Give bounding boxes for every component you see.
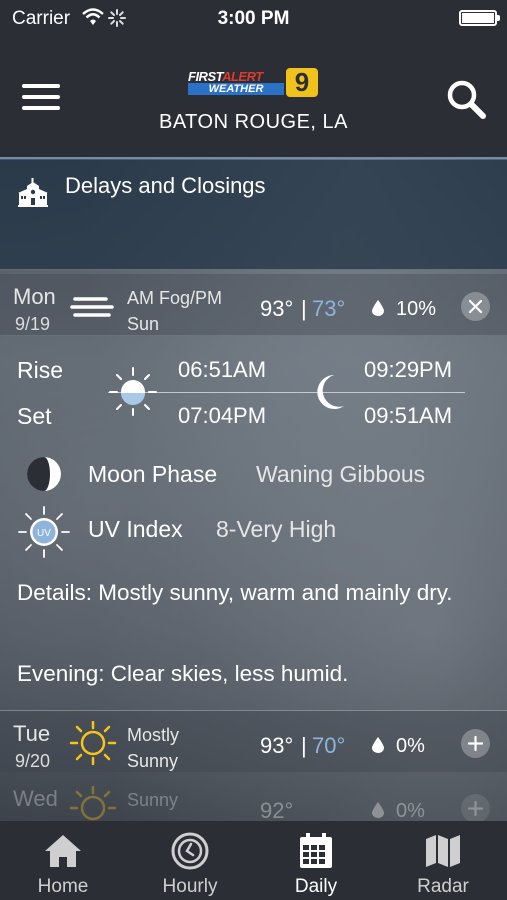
day-detail-panel: Rise Set 06:51AM 07:04PM 09:29PM 09:51AM… (0, 337, 507, 709)
low-temp: 70° (312, 733, 346, 758)
logo-first-alert: FIRSTALERT (188, 69, 263, 84)
day-date: 9/19 (15, 314, 51, 334)
expand-button[interactable] (461, 729, 490, 758)
map-icon (426, 835, 460, 867)
rise-set-divider (108, 392, 465, 393)
plus-icon (468, 801, 483, 816)
tab-label: Radar (417, 876, 469, 897)
moon-icon (317, 375, 344, 409)
status-bar: Carrier 3:00 PM (0, 0, 507, 36)
tab-label: Hourly (162, 876, 218, 897)
app-header: FIRSTALERT WEATHER 9 BATON ROUGE, LA (0, 36, 507, 159)
day-of-week: Tue (13, 721, 51, 746)
uv-index-icon: UV (18, 506, 70, 558)
status-time: 3:00 PM (217, 8, 290, 29)
battery-icon (459, 10, 500, 26)
day-date: 9/20 (15, 751, 51, 771)
precip-chance: 10% (396, 298, 437, 320)
sun-icon (69, 721, 117, 765)
temp-separator: | (301, 296, 307, 321)
condition-line1: Mostly (127, 725, 180, 745)
sunset-time: 07:04PM (178, 403, 267, 428)
logo-channel: 9 (286, 68, 318, 97)
day-row-monday[interactable]: Mon 9/19 AM Fog/PM Sun 93° | 73° 10% (0, 274, 507, 336)
high-temp: 93° (260, 296, 294, 321)
temp-separator: | (301, 733, 307, 758)
raindrop-icon (372, 300, 384, 316)
clock-icon (171, 832, 209, 870)
tab-label: Daily (294, 876, 338, 897)
first-alert-weather-logo: FIRSTALERT WEATHER 9 (188, 68, 320, 97)
svg-text:UV: UV (37, 528, 51, 539)
sunrise-sunset-icon (109, 367, 157, 416)
uv-index-value: 8-Very High (216, 516, 337, 542)
set-label: Set (17, 403, 52, 429)
bottom-tab-bar: Home Hourly Daily Radar (0, 821, 507, 900)
condition-line1: AM Fog/PM (127, 288, 223, 308)
day-row-tuesday[interactable]: Tue 9/20 Mostly Sunny 93° | 70° 0% (0, 710, 507, 772)
tab-radar[interactable]: Radar (380, 821, 506, 900)
tab-hourly[interactable]: Hourly (127, 821, 253, 900)
school-icon (18, 178, 48, 207)
moon-phase-icon (27, 457, 61, 491)
precip-chance: 0% (396, 735, 425, 757)
tab-home[interactable]: Home (0, 821, 126, 900)
tab-label: Home (37, 876, 89, 897)
moon-phase-label: Moon Phase (88, 461, 218, 487)
moonrise-time: 09:29PM (364, 357, 453, 382)
condition-line2: Sun (127, 314, 160, 334)
plus-icon (468, 736, 483, 751)
logo-weather: WEATHER (188, 83, 284, 95)
rise-label: Rise (17, 357, 64, 383)
evening-text: Evening: Clear skies, less humid. (17, 661, 349, 686)
tab-daily[interactable]: Daily (253, 821, 379, 900)
delays-and-closings-label: Delays and Closings (65, 173, 266, 198)
close-icon (468, 299, 483, 314)
high-temp: 93° (260, 733, 294, 758)
fog-icon (70, 297, 114, 317)
calendar-icon (300, 833, 332, 868)
day-of-week: Wed (13, 786, 58, 811)
details-text: Details: Mostly sunny, warm and mainly d… (17, 580, 453, 605)
home-icon (45, 835, 81, 867)
precip-chance: 0% (396, 800, 425, 822)
raindrop-icon (372, 802, 384, 818)
low-temp: 73° (312, 296, 346, 321)
collapse-button[interactable] (461, 292, 490, 321)
moonset-time: 09:51AM (364, 403, 453, 428)
menu-button[interactable] (22, 82, 62, 114)
sunrise-time: 06:51AM (178, 357, 267, 382)
delays-and-closings-banner[interactable]: Delays and Closings (0, 160, 507, 270)
uv-index-label: UV Index (88, 516, 183, 542)
condition-line2: Sunny (127, 751, 179, 771)
condition-line1: Sunny (127, 790, 179, 810)
day-of-week: Mon (13, 284, 56, 309)
expand-button[interactable] (461, 794, 490, 823)
raindrop-icon (372, 737, 384, 753)
location-label: BATON ROUGE, LA (158, 111, 349, 133)
moon-phase-value: Waning Gibbous (256, 461, 426, 487)
search-icon[interactable] (445, 78, 487, 120)
